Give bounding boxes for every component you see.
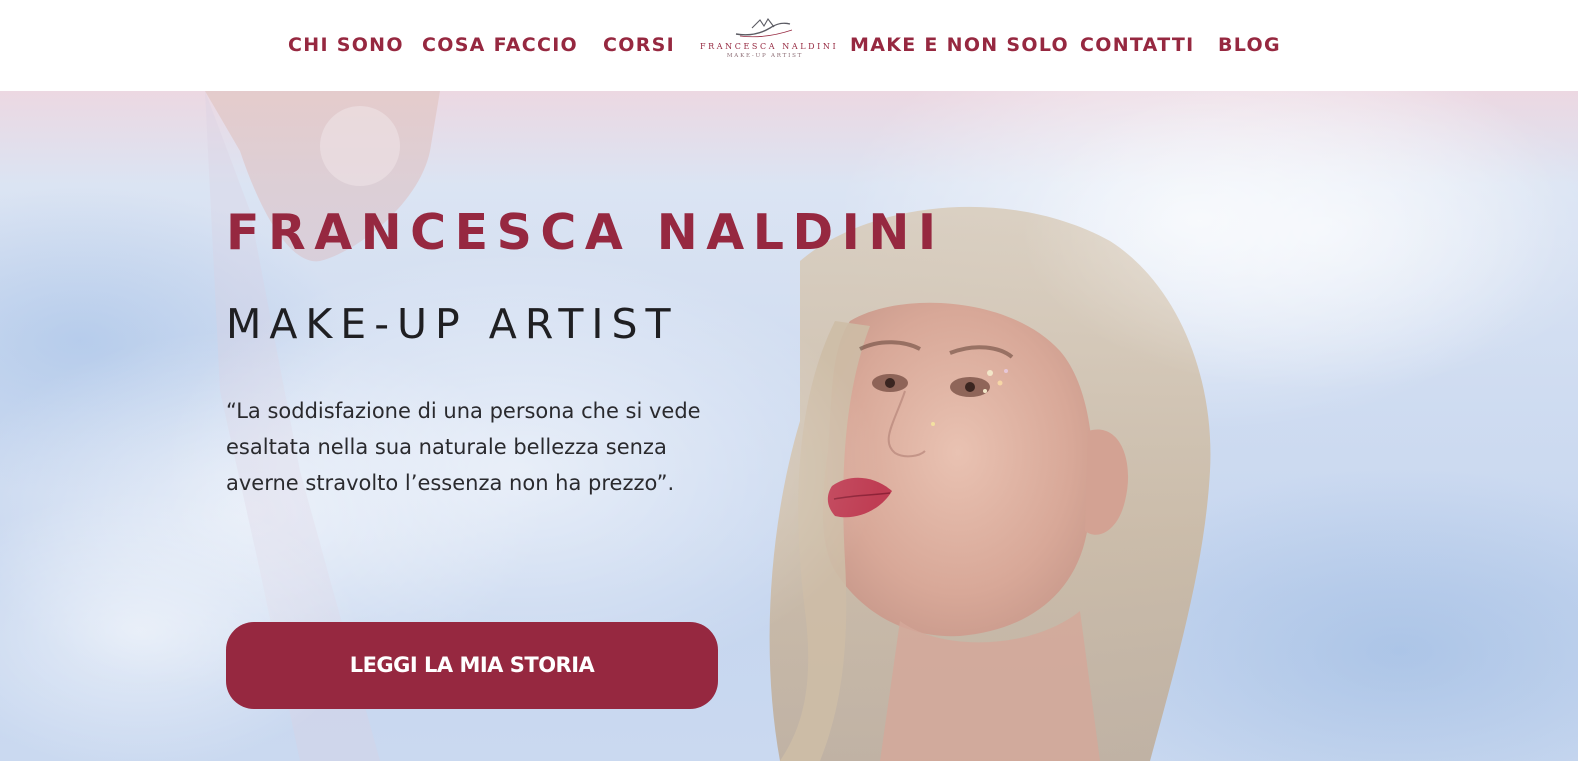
hero-subtitle: MAKE-UP ARTIST <box>226 300 679 348</box>
hero-quote-line: esaltata nella sua naturale bellezza sen… <box>226 435 667 459</box>
read-my-story-button[interactable]: LEGGI LA MIA STORIA <box>226 622 718 709</box>
logo-tagline: MAKE-UP ARTIST <box>726 53 804 59</box>
nav-cosa-faccio[interactable]: COSA FACCIO <box>422 31 578 59</box>
hero-section: FRANCESCA NALDINI MAKE-UP ARTIST “La sod… <box>0 91 1578 761</box>
hero-quote-line: “La soddisfazione di una persona che si … <box>226 399 701 423</box>
site-header: CHI SONO COSA FACCIO CORSI FRANCESCA NAL… <box>0 0 1578 91</box>
logo-name: FRANCESCA NALDINI <box>700 42 839 51</box>
hero-quote-line: averne stravolto l’essenza non ha prezzo… <box>226 471 675 495</box>
nav-make-e-non-solo[interactable]: MAKE E NON SOLO <box>850 31 1069 59</box>
nav-corsi[interactable]: CORSI <box>603 31 675 59</box>
hero-quote: “La soddisfazione di una persona che si … <box>226 393 786 501</box>
brush-stroke-logo-icon <box>735 18 793 38</box>
nav-contatti[interactable]: CONTATTI <box>1080 31 1195 59</box>
site-logo[interactable]: FRANCESCA NALDINI MAKE-UP ARTIST <box>700 14 839 72</box>
nav-blog[interactable]: BLOG <box>1218 31 1281 59</box>
nav-chi-sono[interactable]: CHI SONO <box>288 31 404 59</box>
hero-title: FRANCESCA NALDINI <box>226 204 945 261</box>
